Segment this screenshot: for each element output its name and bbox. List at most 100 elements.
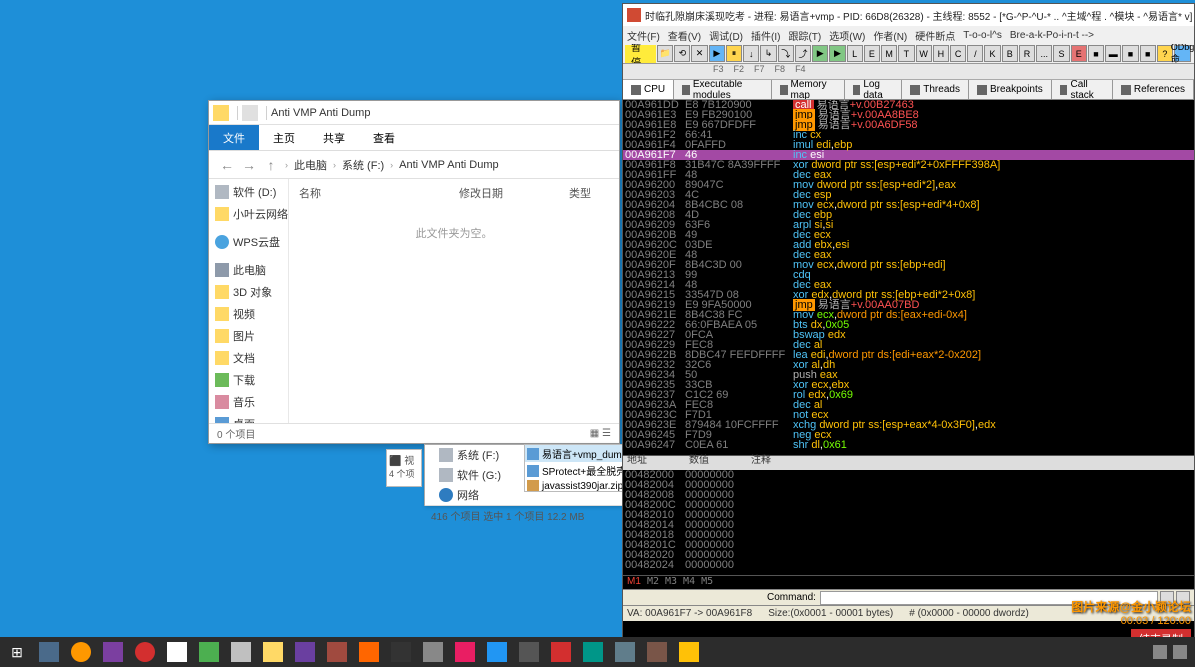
nav-fwd-icon[interactable]: →	[239, 155, 259, 175]
column-headers[interactable]: 名称 修改日期 类型	[299, 185, 609, 205]
ribbon-tab-share[interactable]: 共享	[309, 125, 359, 150]
pause-button[interactable]: 暂停	[625, 45, 656, 63]
debugger-titlebar[interactable]: 时临孔隙崩床溪现吃考 - 进程: 易语言+vmp - PID: 66D8(263…	[623, 4, 1194, 26]
task-item[interactable]	[34, 638, 64, 666]
task-item[interactable]	[578, 638, 608, 666]
tb-step-icon[interactable]: ⤴	[795, 45, 811, 62]
disasm-row[interactable]: 00A961F40FAFFDimul edi,ebp	[623, 140, 1194, 150]
tab-memory[interactable]: Memory map	[772, 80, 845, 99]
ollydbg-button[interactable]: ODbg命	[1174, 45, 1191, 62]
tb-icon[interactable]: T	[898, 45, 914, 62]
tab-log[interactable]: Log data	[845, 80, 903, 99]
sidebar-item[interactable]: 小叶云网络验证	[209, 203, 288, 225]
tb-run-icon[interactable]: ▶	[709, 45, 725, 62]
tb-open-icon[interactable]: 📁	[657, 45, 673, 62]
tab-modules[interactable]: Executable modules	[674, 80, 772, 99]
task-item[interactable]	[386, 638, 416, 666]
task-item[interactable]	[162, 638, 192, 666]
task-item[interactable]	[258, 638, 288, 666]
disasm-row[interactable]: 00A96247C0EA 61shr dl,0x61	[623, 440, 1194, 450]
disasm-row[interactable]: 00A962048B4CBC 08mov ecx,dword ptr ss:[e…	[623, 200, 1194, 210]
start-button[interactable]: ⊞	[2, 638, 32, 666]
disasm-row[interactable]: 00A9620F8B4C3D 00mov ecx,dword ptr ss:[e…	[623, 260, 1194, 270]
task-item[interactable]	[418, 638, 448, 666]
tray-icon[interactable]	[1173, 645, 1187, 659]
tb-icon[interactable]: E	[1071, 45, 1087, 62]
crumb-drive[interactable]: 系统 (F:)	[342, 157, 384, 173]
task-item[interactable]	[98, 638, 128, 666]
system-tray[interactable]	[1147, 645, 1193, 659]
tb-icon[interactable]: /	[967, 45, 983, 62]
task-item[interactable]	[290, 638, 320, 666]
disasm-row[interactable]: 00A9620089047Cmov dword ptr ss:[esp+edi*…	[623, 180, 1194, 190]
view-icons[interactable]: ▦ ☰	[590, 428, 611, 439]
disasm-row[interactable]: 00A9621399cdq	[623, 270, 1194, 280]
task-item[interactable]	[546, 638, 576, 666]
tb-icon[interactable]: ■	[1140, 45, 1156, 62]
sidebar-item-desktop[interactable]: 桌面	[209, 413, 288, 423]
task-item[interactable]	[226, 638, 256, 666]
task-item[interactable]	[642, 638, 672, 666]
sidebar-item-wps[interactable]: WPS云盘	[209, 231, 288, 253]
sidebar-item-images[interactable]: 图片	[209, 325, 288, 347]
nav-back-icon[interactable]: ←	[217, 155, 237, 175]
menu-debug[interactable]: 调试(D)	[709, 28, 743, 43]
tab-cpu[interactable]: CPU	[623, 80, 674, 99]
task-item[interactable]	[674, 638, 704, 666]
disasm-row[interactable]: 00A9623232C6xor al,dh	[623, 360, 1194, 370]
tray-icon[interactable]	[1153, 645, 1167, 659]
menu-file[interactable]: 文件(F)	[627, 28, 660, 43]
tab-bp[interactable]: Breakpoints	[969, 80, 1052, 99]
task-item[interactable]	[66, 638, 96, 666]
tab-stack[interactable]: Call stack	[1052, 80, 1113, 99]
tb-step-icon[interactable]: ↳	[760, 45, 776, 62]
tb-close-icon[interactable]: ✕	[691, 45, 707, 62]
crumb-folder[interactable]: Anti VMP Anti Dump	[399, 159, 498, 171]
dump-row[interactable]: 0048202400000000	[623, 560, 1194, 570]
tb-icon[interactable]: W	[916, 45, 932, 62]
tb-icon[interactable]: S	[1053, 45, 1069, 62]
crumb-pc[interactable]: 此电脑	[294, 157, 327, 173]
menu-bp[interactable]: Bre-a-k-Po-i-n-t -->	[1010, 30, 1094, 41]
file-item[interactable]: SProtect+最全脱壳教程	[525, 462, 623, 479]
task-item[interactable]	[450, 638, 480, 666]
tb-icon[interactable]: ▬	[1105, 45, 1121, 62]
task-item[interactable]	[610, 638, 640, 666]
ribbon-tab-file[interactable]: 文件	[209, 125, 259, 150]
menu-trace[interactable]: 跟踪(T)	[788, 28, 821, 43]
task-item[interactable]	[482, 638, 512, 666]
sidebar-item-down[interactable]: 下载	[209, 369, 288, 391]
tb-icon[interactable]: B	[1002, 45, 1018, 62]
menu-view[interactable]: 查看(V)	[668, 28, 701, 43]
tb-icon[interactable]: ■	[1088, 45, 1104, 62]
tb-restart-icon[interactable]: ⟲	[674, 45, 690, 62]
file-item[interactable]: 易语言+vmp_dump33	[525, 445, 623, 462]
sidebar-item-docs[interactable]: 文档	[209, 347, 288, 369]
menu-plugins[interactable]: 插件(I)	[751, 28, 780, 43]
tb-icon[interactable]: ...	[1036, 45, 1052, 62]
tb-icon[interactable]: K	[984, 45, 1000, 62]
disasm-row[interactable]: 00A9620C03DEadd ebx,esi	[623, 240, 1194, 250]
tb-icon[interactable]: H	[933, 45, 949, 62]
menu-hwbp[interactable]: 硬件断点	[915, 28, 955, 43]
disasm-row[interactable]: 00A961F831B47C 8A39FFFFxor dword ptr ss:…	[623, 160, 1194, 170]
tb-icon[interactable]: C	[950, 45, 966, 62]
sidebar-item-music[interactable]: 音乐	[209, 391, 288, 413]
menu-author[interactable]: 作者(N)	[873, 28, 907, 43]
tb-icon[interactable]: E	[864, 45, 880, 62]
tab-refs[interactable]: References	[1113, 80, 1194, 99]
tb-step-icon[interactable]: ⤵	[778, 45, 794, 62]
sidebar-item-pc[interactable]: 此电脑	[209, 259, 288, 281]
tab-threads[interactable]: Threads	[902, 80, 969, 99]
task-item[interactable]	[130, 638, 160, 666]
task-item[interactable]	[354, 638, 384, 666]
tb-icon[interactable]: M	[881, 45, 897, 62]
tb-icon[interactable]: ■	[1122, 45, 1138, 62]
tb-trace-icon[interactable]: ▶	[812, 45, 828, 62]
task-item[interactable]	[514, 638, 544, 666]
task-item[interactable]	[322, 638, 352, 666]
sidebar-item-video[interactable]: 视频	[209, 303, 288, 325]
nav-up-icon[interactable]: ↑	[261, 155, 281, 175]
disassembly-pane[interactable]: 00A961DDE8 7B120900call 易语言+v.00B2746300…	[623, 100, 1194, 455]
ribbon-tab-home[interactable]: 主页	[259, 125, 309, 150]
